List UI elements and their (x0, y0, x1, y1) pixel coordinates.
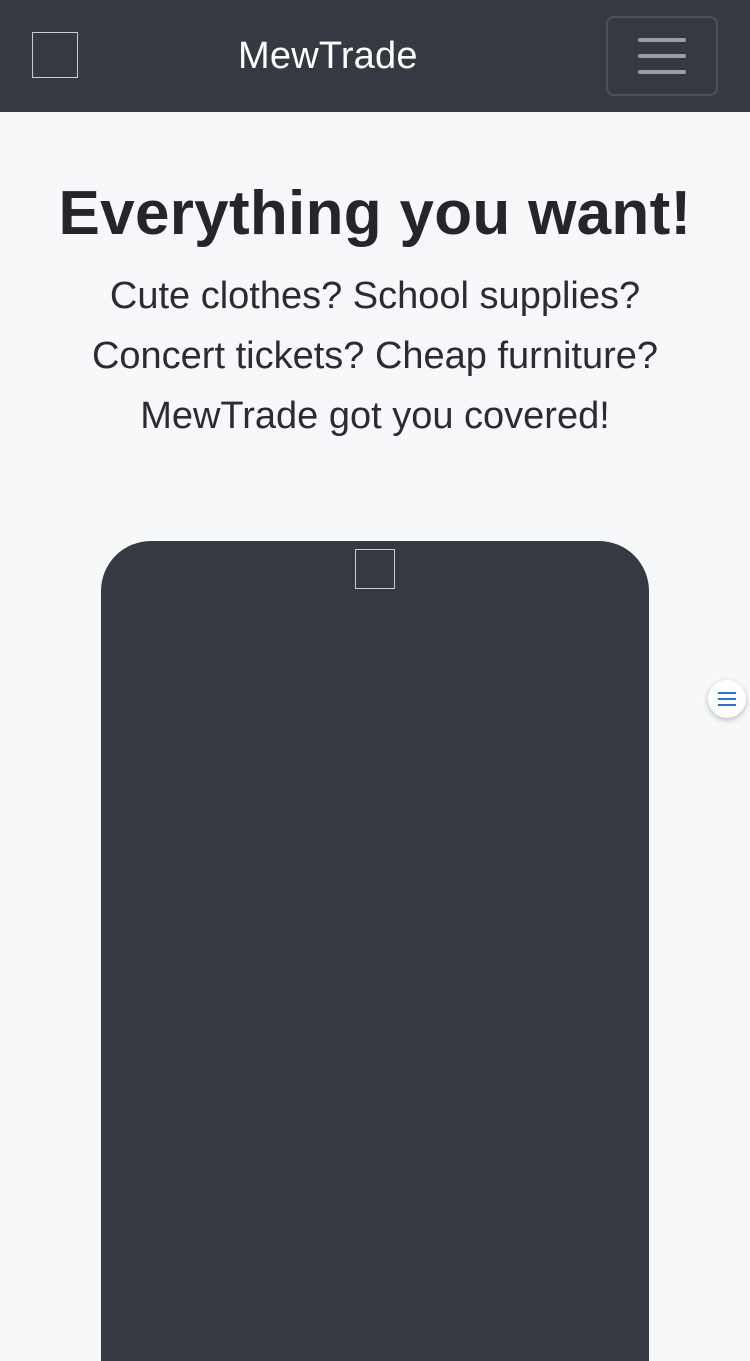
brand-title[interactable]: MewTrade (238, 30, 418, 82)
broken-image-icon (355, 549, 395, 589)
hamburger-bar (638, 70, 686, 74)
hamburger-bar (638, 54, 686, 58)
hamburger-menu-icon (638, 38, 686, 42)
hero-text-line: Concert tickets? Cheap furniture? (91, 335, 659, 377)
list-menu-icon (718, 692, 736, 694)
top-navbar: MewTrade (0, 0, 750, 112)
hero-heading: Everything you want! (58, 179, 692, 248)
floating-menu-button[interactable] (708, 680, 746, 718)
hero-text-line: MewTrade got you covered! (140, 395, 610, 437)
list-menu-bar (718, 704, 736, 706)
menu-toggle-button[interactable] (606, 16, 718, 96)
broken-image-icon[interactable] (32, 32, 78, 78)
hero-text-line: Cute clothes? School supplies? (109, 275, 641, 317)
phone-mockup (101, 541, 649, 1361)
list-menu-bar (718, 698, 736, 700)
